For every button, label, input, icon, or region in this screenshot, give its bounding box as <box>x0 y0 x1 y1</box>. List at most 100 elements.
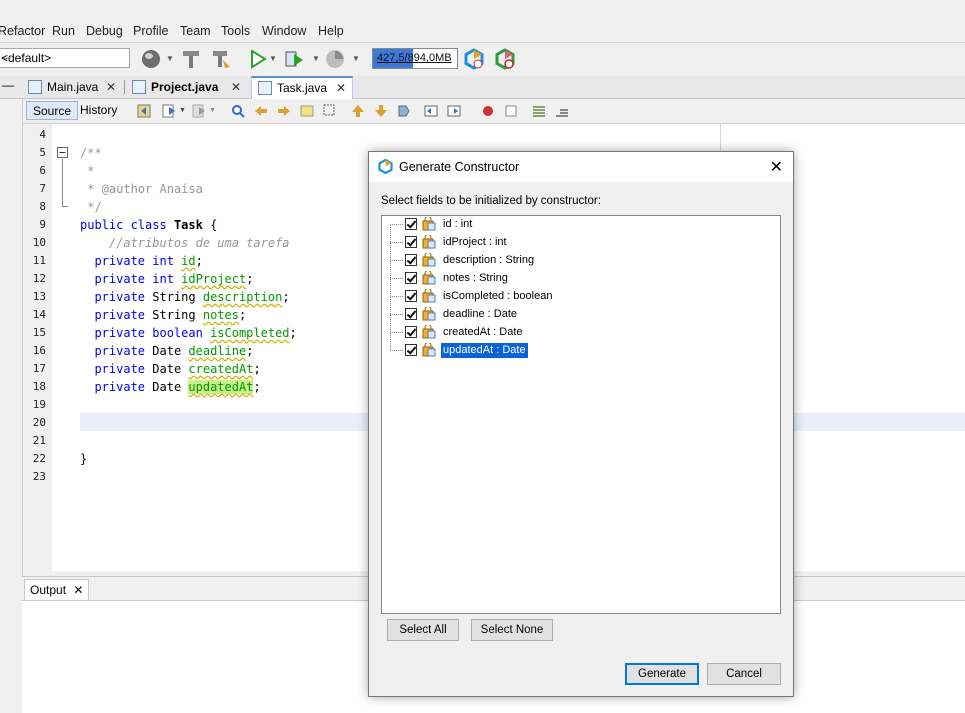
code-line: } <box>80 452 88 466</box>
dropdown-arrow-icon[interactable]: ▼ <box>269 54 277 63</box>
line-number: 10 <box>32 236 46 249</box>
field-checkbox[interactable] <box>405 236 417 248</box>
rect-select-icon[interactable] <box>323 104 337 118</box>
tab-task[interactable]: Task.java ✕ <box>251 76 353 99</box>
fold-column <box>52 124 74 571</box>
line-number: 8 <box>39 200 46 213</box>
last-edit-icon[interactable] <box>137 104 151 118</box>
left-strip <box>0 99 23 711</box>
field-checkbox[interactable] <box>405 344 417 356</box>
generate-constructor-dialog: Generate Constructor ✕ Select fields to … <box>368 151 794 697</box>
shift-right-icon[interactable] <box>447 104 461 118</box>
hammer-icon[interactable] <box>180 48 202 70</box>
close-icon[interactable]: ✕ <box>106 80 116 94</box>
tree-line <box>390 350 403 351</box>
dropdown-arrow-icon[interactable]: ▼ <box>312 54 320 63</box>
fields-tree[interactable]: id : int idProject : int description : S… <box>381 215 781 614</box>
tab-separator <box>124 80 125 94</box>
history-tab[interactable]: History <box>74 101 123 120</box>
menu-team[interactable]: Team <box>180 24 211 38</box>
output-tab[interactable]: Output ✕ <box>24 579 90 600</box>
back-icon[interactable] <box>162 104 176 118</box>
toggle-bookmark-icon[interactable] <box>397 104 411 118</box>
source-tab[interactable]: Source <box>26 101 79 120</box>
field-checkbox[interactable] <box>405 290 417 302</box>
select-all-button[interactable]: Select All <box>387 619 459 641</box>
forward-icon[interactable] <box>192 104 206 118</box>
menu-refactor[interactable]: Refactor <box>0 24 45 38</box>
uncomment-icon[interactable] <box>555 104 569 118</box>
profile-icon[interactable] <box>324 48 346 70</box>
field-name-highlighted: updatedAt <box>188 380 254 394</box>
dropdown-arrow-icon[interactable]: ▼ <box>166 54 174 63</box>
field-checkbox[interactable] <box>405 308 417 320</box>
fold-collapse-icon[interactable] <box>57 147 68 158</box>
close-icon[interactable]: ✕ <box>231 80 241 94</box>
field-name: deadline <box>188 344 247 358</box>
type-name: String <box>152 290 196 304</box>
memory-indicator[interactable]: 427,5/894,0MB <box>372 48 458 69</box>
toggle-highlight-icon[interactable] <box>300 104 314 118</box>
tab-project[interactable]: Project.java ✕ <box>126 77 246 98</box>
comment-icon[interactable] <box>532 104 546 118</box>
type-name: String <box>152 308 196 322</box>
menu-debug[interactable]: Debug <box>86 24 123 38</box>
field-checkbox[interactable] <box>405 326 417 338</box>
field-checkbox[interactable] <box>405 272 417 284</box>
field-label: description : String <box>443 254 535 266</box>
menu-tools[interactable]: Tools <box>221 24 250 38</box>
clean-build-icon[interactable] <box>210 48 232 70</box>
dropdown-arrow-icon[interactable]: ▼ <box>209 107 216 114</box>
cancel-button[interactable]: Cancel <box>707 663 781 685</box>
field-checkbox[interactable] <box>405 218 417 230</box>
globe-icon[interactable] <box>140 48 162 70</box>
config-combo[interactable]: <default> ⌄ <box>0 48 130 68</box>
prev-bookmark-icon[interactable] <box>351 104 365 118</box>
generate-button[interactable]: Generate <box>625 663 699 685</box>
find-icon[interactable] <box>231 104 245 118</box>
shift-left-icon[interactable] <box>424 104 438 118</box>
menu-run[interactable]: Run <box>52 24 75 38</box>
stop-macro-icon[interactable] <box>504 104 518 118</box>
keyword: private <box>94 290 146 304</box>
field-label: createdAt : Date <box>443 326 523 338</box>
line-number: 21 <box>32 434 46 447</box>
next-bookmark-icon[interactable] <box>374 104 388 118</box>
close-icon[interactable]: ✕ <box>770 157 783 177</box>
tree-line <box>390 314 403 315</box>
tab-label: Main.java <box>47 80 99 94</box>
class-name: Task <box>173 218 203 232</box>
find-previous-icon[interactable] <box>254 104 268 118</box>
close-icon[interactable]: ✕ <box>336 81 346 95</box>
field-checkbox[interactable] <box>405 254 417 266</box>
main-toolbar: <default> ⌄ ▼ ▼ ▼ ▼ 427,5/894,0MB <box>0 43 965 75</box>
dropdown-arrow-icon[interactable]: ▼ <box>352 54 360 63</box>
line-number: 20 <box>32 416 46 429</box>
menu-help[interactable]: Help <box>318 24 344 38</box>
private-field-icon <box>422 235 436 249</box>
code-line: private int idProject; <box>94 272 254 286</box>
start-macro-icon[interactable] <box>481 104 495 118</box>
java-file-icon <box>132 80 146 94</box>
close-icon[interactable]: ✕ <box>73 583 83 597</box>
fold-line <box>62 159 63 206</box>
netbeans-gc-icon[interactable] <box>463 48 485 70</box>
debug-icon[interactable] <box>283 48 305 70</box>
run-icon[interactable] <box>247 48 269 70</box>
line-number: 18 <box>32 380 46 393</box>
type-name: Date <box>152 344 182 358</box>
tab-main[interactable]: Main.java ✕ <box>22 77 120 98</box>
dialog-titlebar[interactable]: Generate Constructor ✕ <box>369 152 793 182</box>
field-label: deadline : Date <box>443 308 517 320</box>
menu-profile[interactable]: Profile <box>133 24 168 38</box>
private-field-icon <box>422 253 436 267</box>
dialog-title: Generate Constructor <box>399 160 520 174</box>
find-next-icon[interactable] <box>277 104 291 118</box>
menu-window[interactable]: Window <box>262 24 306 38</box>
select-none-button[interactable]: Select None <box>471 619 553 641</box>
dropdown-arrow-icon[interactable]: ▼ <box>179 107 186 114</box>
minimize-icon[interactable]: — <box>2 78 14 92</box>
netbeans-stop-icon[interactable] <box>494 48 516 70</box>
keyword: private <box>94 308 146 322</box>
line-number: 7 <box>39 182 46 195</box>
